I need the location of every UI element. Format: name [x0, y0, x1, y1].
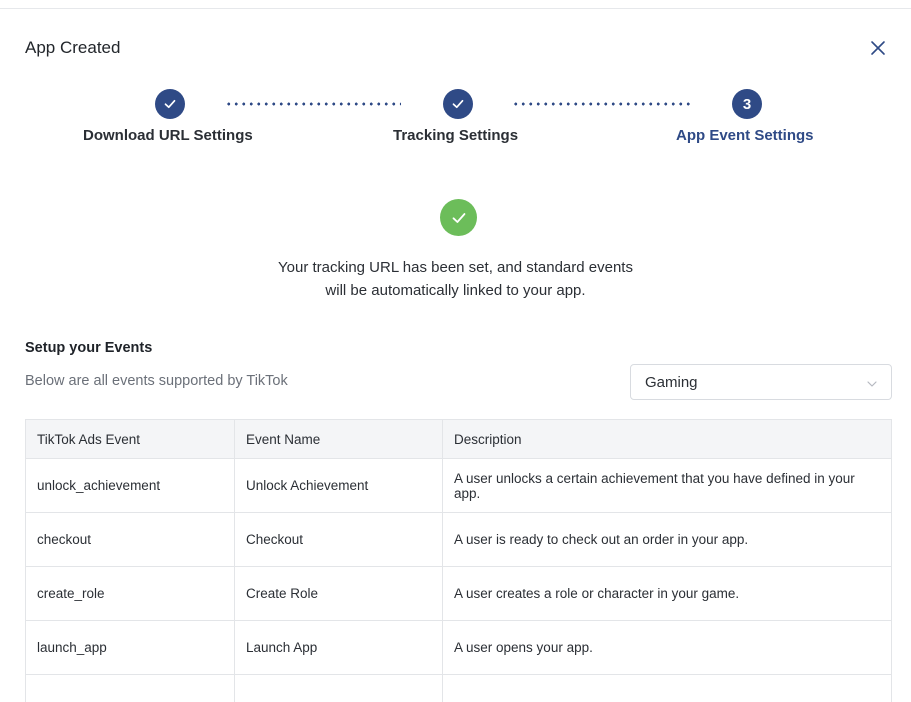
events-section-subtitle: Below are all events supported by TikTok [25, 373, 288, 389]
cell-tiktok-event: checkout [26, 512, 235, 567]
cell-tiktok-event: create_role [26, 566, 235, 621]
success-line-1: Your tracking URL has been set, and stan… [278, 259, 633, 276]
step-connector-1 [225, 102, 401, 106]
category-select-value: Gaming [645, 373, 698, 391]
step-1-check-icon [155, 89, 185, 119]
modal-title: App Created [25, 38, 121, 57]
step-connector-2 [512, 102, 690, 106]
cell-event-name [234, 674, 443, 702]
step-3-label[interactable]: App Event Settings [676, 127, 814, 144]
cell-description [442, 674, 891, 702]
cell-tiktok-event: unlock_achievement [26, 458, 235, 513]
step-3-number: 3 [732, 89, 762, 119]
cell-event-name: Launch App [234, 620, 443, 675]
cell-tiktok-event [26, 674, 235, 702]
close-icon[interactable] [866, 36, 890, 60]
header-event-name: Event Name [234, 420, 443, 459]
cell-event-name: Unlock Achievement [234, 458, 443, 513]
table-row: create_role Create Role A user creates a… [26, 566, 891, 621]
top-divider [0, 8, 911, 9]
table-row: launch_app Launch App A user opens your … [26, 620, 891, 675]
cell-event-name: Create Role [234, 566, 443, 621]
cell-description: A user creates a role or character in yo… [442, 566, 891, 621]
step-2-label[interactable]: Tracking Settings [393, 127, 518, 144]
table-row: checkout Checkout A user is ready to che… [26, 512, 891, 567]
success-check-icon [440, 199, 477, 236]
step-1-label[interactable]: Download URL Settings [83, 127, 253, 144]
success-message: Your tracking URL has been set, and stan… [0, 256, 911, 302]
cell-tiktok-event: launch_app [26, 620, 235, 675]
table-row [26, 674, 891, 702]
success-line-2: will be automatically linked to your app… [325, 282, 586, 299]
header-tiktok-ads-event: TikTok Ads Event [26, 420, 235, 459]
events-section-title: Setup your Events [25, 340, 153, 356]
cell-description: A user opens your app. [442, 620, 891, 675]
events-table: TikTok Ads Event Event Name Description … [25, 419, 892, 702]
cell-description: A user is ready to check out an order in… [442, 512, 891, 567]
step-2-check-icon [443, 89, 473, 119]
header-description: Description [442, 420, 891, 459]
cell-event-name: Checkout [234, 512, 443, 567]
table-header-row: TikTok Ads Event Event Name Description [26, 420, 891, 459]
chevron-down-icon [866, 377, 878, 395]
table-row: unlock_achievement Unlock Achievement A … [26, 458, 891, 513]
cell-description: A user unlocks a certain achievement tha… [442, 458, 891, 513]
category-select[interactable]: Gaming [630, 364, 892, 400]
